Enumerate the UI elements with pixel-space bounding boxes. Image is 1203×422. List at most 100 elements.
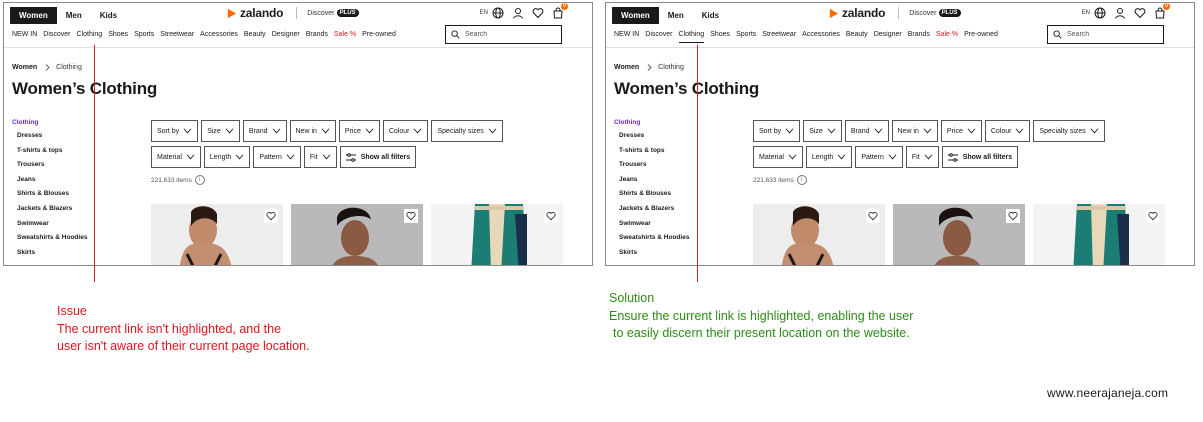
nav-link-sports[interactable]: Sports (134, 31, 154, 41)
filter-pattern[interactable]: Pattern (855, 146, 903, 168)
user-icon[interactable] (1114, 7, 1126, 19)
filter-size[interactable]: Size (201, 120, 240, 142)
wishlist-button[interactable] (866, 209, 880, 223)
product-card[interactable] (753, 204, 885, 265)
gender-tab-women[interactable]: Women (10, 7, 57, 24)
filter-specialty-sizes[interactable]: Specialty sizes (1033, 120, 1105, 142)
nav-link-accessories[interactable]: Accessories (200, 31, 238, 41)
filter-specialty-sizes[interactable]: Specialty sizes (431, 120, 503, 142)
language-label[interactable]: EN (1082, 10, 1090, 16)
info-icon[interactable]: i (796, 175, 807, 185)
nav-link-sale[interactable]: Sale % (334, 31, 356, 41)
sidebar-item-sweatshirts-hoodies[interactable]: Sweatshirts & Hoodies (619, 234, 734, 249)
nav-link-pre-owned[interactable]: Pre-owned (362, 31, 396, 41)
sidebar-heading-clothing[interactable]: Clothing (614, 119, 734, 126)
filter-size[interactable]: Size (803, 120, 842, 142)
product-card[interactable] (431, 204, 563, 265)
wishlist-button[interactable] (404, 209, 418, 223)
filter-pattern[interactable]: Pattern (253, 146, 301, 168)
bag-button[interactable]: 0 (552, 3, 568, 19)
nav-link-beauty[interactable]: Beauty (846, 31, 868, 41)
sidebar-item-trousers[interactable]: Trousers (619, 161, 734, 176)
sidebar-item-tshirts-tops[interactable]: T-shirts & tops (619, 147, 734, 162)
product-card[interactable] (893, 204, 1025, 265)
nav-link-designer[interactable]: Designer (272, 31, 300, 41)
filter-fit[interactable]: Fit (303, 146, 337, 168)
show-all-filters-button[interactable]: Show all filters (941, 146, 1019, 168)
search-box[interactable] (1047, 25, 1164, 44)
breadcrumb-women[interactable]: Women (12, 64, 37, 71)
wishlist-button[interactable] (1006, 209, 1020, 223)
filter-fit[interactable]: Fit (905, 146, 939, 168)
filter-new-in[interactable]: New in (891, 120, 938, 142)
filter-new-in[interactable]: New in (289, 120, 336, 142)
nav-link-sale[interactable]: Sale % (936, 31, 958, 41)
breadcrumb-women[interactable]: Women (614, 64, 639, 71)
sidebar-item-swimwear[interactable]: Swimwear (619, 220, 734, 235)
search-input[interactable] (465, 31, 555, 38)
search-input[interactable] (1067, 31, 1157, 38)
nav-link-brands[interactable]: Brands (908, 31, 930, 41)
show-all-filters-button[interactable]: Show all filters (339, 146, 417, 168)
product-card[interactable] (291, 204, 423, 265)
sidebar-item-trousers[interactable]: Trousers (17, 161, 132, 176)
logo[interactable]: zalando Discover PLUS (226, 6, 359, 20)
sidebar-item-dresses[interactable]: Dresses (619, 132, 734, 147)
nav-link-pre-owned[interactable]: Pre-owned (964, 31, 998, 41)
filter-brand[interactable]: Brand (242, 120, 287, 142)
sidebar-item-tshirts-tops[interactable]: T-shirts & tops (17, 147, 132, 162)
nav-link-clothing[interactable]: Clothing (77, 31, 103, 41)
nav-link-discover[interactable]: Discover (43, 31, 70, 41)
filter-price[interactable]: Price (940, 120, 982, 142)
gender-tab-men[interactable]: Men (659, 8, 693, 23)
sidebar-item-dresses[interactable]: Dresses (17, 132, 132, 147)
nav-link-shoes[interactable]: Shoes (710, 31, 730, 41)
filter-sort-by[interactable]: Sort by (753, 120, 801, 142)
nav-link-streetwear[interactable]: Streetwear (160, 31, 194, 41)
nav-link-shoes[interactable]: Shoes (108, 31, 128, 41)
filter-sort-by[interactable]: Sort by (151, 120, 199, 142)
info-icon[interactable]: i (194, 175, 205, 185)
gender-tab-kids[interactable]: Kids (693, 8, 728, 23)
sidebar-item-jeans[interactable]: Jeans (619, 176, 734, 191)
nav-link-accessories[interactable]: Accessories (802, 31, 840, 41)
nav-link-new-in[interactable]: NEW IN (614, 31, 639, 41)
filter-price[interactable]: Price (338, 120, 380, 142)
search-box[interactable] (445, 25, 562, 44)
sidebar-item-swimwear[interactable]: Swimwear (17, 220, 132, 235)
filter-material[interactable]: Material (151, 146, 201, 168)
gender-tab-men[interactable]: Men (57, 8, 91, 23)
globe-icon[interactable] (1094, 7, 1106, 19)
filter-brand[interactable]: Brand (844, 120, 889, 142)
sidebar-heading-clothing[interactable]: Clothing (12, 119, 132, 126)
nav-link-sports[interactable]: Sports (736, 31, 756, 41)
language-label[interactable]: EN (480, 10, 488, 16)
sidebar-item-sweatshirts-hoodies[interactable]: Sweatshirts & Hoodies (17, 234, 132, 249)
nav-link-designer[interactable]: Designer (874, 31, 902, 41)
sidebar-item-shirts-blouses[interactable]: Shirts & Blouses (17, 190, 132, 205)
nav-link-clothing-current[interactable]: Clothing (678, 31, 704, 43)
sidebar-item-skirts[interactable]: Skirts (17, 249, 132, 264)
sidebar-item-skirts[interactable]: Skirts (619, 249, 734, 264)
gender-tab-kids[interactable]: Kids (91, 8, 126, 23)
filter-colour[interactable]: Colour (382, 120, 429, 142)
discover-plus-link[interactable]: Discover PLUS (909, 9, 961, 17)
product-card[interactable] (151, 204, 283, 265)
sidebar-item-shirts-blouses[interactable]: Shirts & Blouses (619, 190, 734, 205)
nav-link-streetwear[interactable]: Streetwear (762, 31, 796, 41)
nav-link-discover[interactable]: Discover (645, 31, 672, 41)
filter-length[interactable]: Length (805, 146, 853, 168)
heart-icon[interactable] (1134, 7, 1146, 19)
filter-colour[interactable]: Colour (984, 120, 1031, 142)
wishlist-button[interactable] (1146, 209, 1160, 223)
wishlist-button[interactable] (544, 209, 558, 223)
sidebar-item-jackets-blazers[interactable]: Jackets & Blazers (17, 205, 132, 220)
discover-plus-link[interactable]: Discover PLUS (307, 9, 359, 17)
wishlist-button[interactable] (264, 209, 278, 223)
user-icon[interactable] (512, 7, 524, 19)
product-card[interactable] (1033, 204, 1165, 265)
nav-link-beauty[interactable]: Beauty (244, 31, 266, 41)
heart-icon[interactable] (532, 7, 544, 19)
nav-link-brands[interactable]: Brands (306, 31, 328, 41)
filter-material[interactable]: Material (753, 146, 803, 168)
